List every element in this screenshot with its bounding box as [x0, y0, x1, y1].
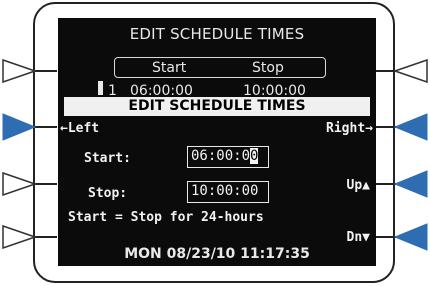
start-time-field[interactable]: 06:00:00 — [187, 146, 269, 168]
down-softkey-label: Dn▼ — [346, 230, 370, 245]
dialog-title: EDIT SCHEDULE TIMES — [64, 97, 370, 116]
right-softkey-label: Right→ — [326, 121, 373, 136]
schedule-header-stop: Stop — [252, 60, 284, 76]
softkey-connector — [33, 70, 57, 72]
up-softkey-label: Up▲ — [346, 178, 370, 193]
softkey-6-icon[interactable] — [394, 113, 428, 141]
softkey-7-icon[interactable] — [394, 170, 428, 198]
start-label: Start: — [84, 151, 131, 166]
softkey-4-icon[interactable] — [2, 225, 36, 249]
lcd-screen: EDIT SCHEDULE TIMES Start Stop 1 06:00:0… — [58, 18, 376, 266]
softkey-2-icon[interactable] — [2, 113, 36, 141]
softkey-connector — [33, 236, 57, 238]
stop-time-field[interactable]: 10:00:00 — [187, 181, 269, 203]
schedule-header-start: Start — [152, 60, 187, 76]
stop-label: Stop: — [88, 186, 128, 201]
softkey-5-icon[interactable] — [394, 59, 428, 83]
softkey-8-icon[interactable] — [394, 223, 428, 251]
schedule-header-box — [114, 57, 326, 78]
softkey-1-icon[interactable] — [2, 59, 36, 83]
background-screen-title: EDIT SCHEDULE TIMES — [129, 25, 305, 43]
start-time-value: 06:00:0 — [191, 148, 251, 164]
softkey-3-icon[interactable] — [2, 172, 36, 196]
edit-cursor: 0 — [250, 148, 259, 164]
softkey-connector — [33, 126, 57, 128]
status-datetime: MON 08/23/10 11:17:35 — [124, 246, 310, 262]
hint-text: Start = Stop for 24-hours — [68, 210, 264, 225]
softkey-connector — [33, 183, 57, 185]
list-scroll-indicator — [98, 81, 103, 95]
left-softkey-label: ←Left — [60, 121, 100, 136]
